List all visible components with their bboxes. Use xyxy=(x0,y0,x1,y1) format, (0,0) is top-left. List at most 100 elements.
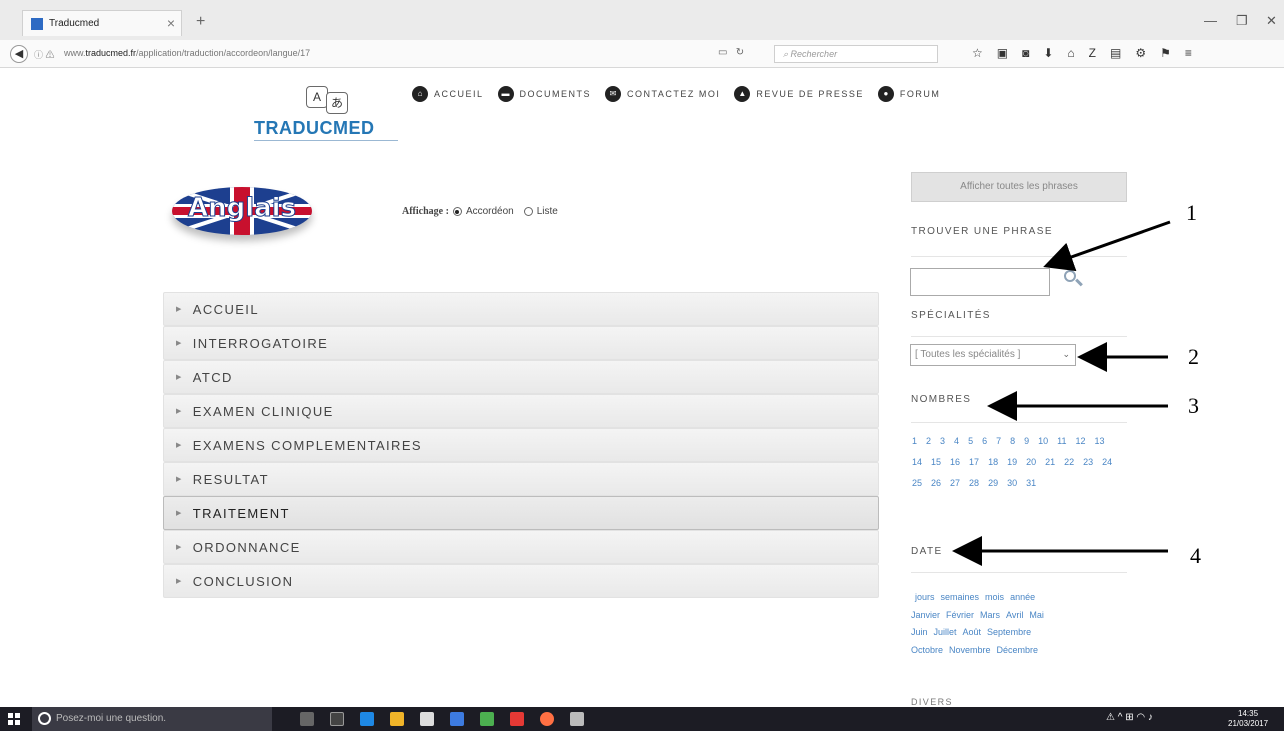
date-unit-link[interactable]: année xyxy=(1010,592,1035,602)
number-link[interactable]: 6 xyxy=(982,436,987,446)
maximize-icon[interactable]: ❐ xyxy=(1236,13,1248,29)
number-link[interactable]: 14 xyxy=(912,457,922,467)
accordion-item-resultat[interactable]: ▶ RESULTAT xyxy=(163,462,879,496)
month-link[interactable]: Février xyxy=(946,610,974,620)
pocket-icon[interactable]: ◙ xyxy=(1022,46,1029,60)
accordion-item-conclusion[interactable]: ▶ CONCLUSION xyxy=(163,564,879,598)
close-window-icon[interactable]: ✕ xyxy=(1266,13,1277,29)
month-link[interactable]: Septembre xyxy=(987,627,1031,637)
month-link[interactable]: Janvier xyxy=(911,610,940,620)
number-link[interactable]: 20 xyxy=(1026,457,1036,467)
number-link[interactable]: 17 xyxy=(969,457,979,467)
date-unit-link[interactable]: jours xyxy=(915,592,935,602)
number-link[interactable]: 3 xyxy=(940,436,945,446)
firefox-icon[interactable] xyxy=(540,712,554,726)
star-icon[interactable]: ☆ xyxy=(972,46,983,60)
number-link[interactable]: 22 xyxy=(1064,457,1074,467)
edge-icon[interactable] xyxy=(360,712,374,726)
url-bar[interactable]: www.traducmed.fr/application/traduction/… xyxy=(64,48,310,58)
minimize-icon[interactable]: — xyxy=(1204,13,1217,28)
radio-list[interactable] xyxy=(523,207,533,216)
number-link[interactable]: 31 xyxy=(1026,478,1036,488)
number-link[interactable]: 16 xyxy=(950,457,960,467)
accordion-item-ordonnance[interactable]: ▶ ORDONNANCE xyxy=(163,530,879,564)
number-link[interactable]: 12 xyxy=(1076,436,1086,446)
number-link[interactable]: 23 xyxy=(1083,457,1093,467)
number-link[interactable]: 19 xyxy=(1007,457,1017,467)
number-link[interactable]: 26 xyxy=(931,478,941,488)
number-link[interactable]: 11 xyxy=(1057,436,1066,446)
show-all-phrases-button[interactable]: Afficher toutes les phrases xyxy=(911,172,1127,202)
nav-documents[interactable]: ▬ DOCUMENTS xyxy=(497,86,592,102)
month-link[interactable]: Décembre xyxy=(997,645,1039,655)
month-link[interactable]: Mars xyxy=(980,610,1000,620)
number-link[interactable]: 30 xyxy=(1007,478,1017,488)
page-icon[interactable]: ▤ xyxy=(1110,46,1121,60)
menu-icon[interactable]: ≡ xyxy=(1185,46,1192,60)
tab-close-icon[interactable]: × xyxy=(167,15,175,31)
reading-list-icon[interactable]: ▣ xyxy=(997,46,1008,60)
number-link[interactable]: 7 xyxy=(996,436,1001,446)
number-link[interactable]: 2 xyxy=(926,436,931,446)
task-view-icon[interactable] xyxy=(330,712,344,726)
download-icon[interactable]: ⬇ xyxy=(1043,46,1053,60)
number-link[interactable]: 18 xyxy=(988,457,998,467)
cortana-search[interactable]: Posez-moi une question. xyxy=(32,707,272,731)
number-link[interactable]: 29 xyxy=(988,478,998,488)
site-info-icon[interactable]: ⓘ ⚠ xyxy=(34,48,55,61)
number-link[interactable]: 4 xyxy=(954,436,959,446)
zotero-icon[interactable]: Z xyxy=(1089,46,1096,60)
month-link[interactable]: Juin xyxy=(911,627,928,637)
number-link[interactable]: 10 xyxy=(1038,436,1048,446)
taskbar-clock[interactable]: 14:35 21/03/2017 xyxy=(1228,709,1268,729)
number-link[interactable]: 8 xyxy=(1010,436,1015,446)
month-link[interactable]: Juillet xyxy=(934,627,957,637)
accordion-item-examens-complementaires[interactable]: ▶ EXAMENS COMPLEMENTAIRES xyxy=(163,428,879,462)
number-link[interactable]: 27 xyxy=(950,478,960,488)
radio-accordion-label[interactable]: Accordéon xyxy=(466,206,514,217)
explorer-icon[interactable] xyxy=(390,712,404,726)
nav-contact[interactable]: ✉ CONTACTEZ MOI xyxy=(605,86,720,102)
specialties-select[interactable]: [ Toutes les spécialités ] ⌄ xyxy=(910,344,1076,366)
nav-press[interactable]: ▲ REVUE DE PRESSE xyxy=(734,86,864,102)
back-arrow-icon[interactable]: ◀ xyxy=(10,45,28,63)
phrase-search-input[interactable] xyxy=(910,268,1050,296)
nav-accueil[interactable]: ⌂ ACCUEIL xyxy=(412,86,484,102)
number-link[interactable]: 1 xyxy=(912,436,917,446)
number-link[interactable]: 24 xyxy=(1102,457,1112,467)
search-icon[interactable] xyxy=(1060,268,1086,290)
app-icon[interactable] xyxy=(570,712,584,726)
number-link[interactable]: 5 xyxy=(968,436,973,446)
accordion-item-interrogatoire[interactable]: ▶ INTERROGATOIRE xyxy=(163,326,879,360)
accordion-item-examen-clinique[interactable]: ▶ EXAMEN CLINIQUE xyxy=(163,394,879,428)
nav-forum[interactable]: ● FORUM xyxy=(877,86,941,102)
radio-accordion[interactable] xyxy=(452,207,462,216)
number-link[interactable]: 13 xyxy=(1095,436,1105,446)
notification-icon[interactable]: ⚑ xyxy=(1160,46,1171,60)
windows-start-icon[interactable] xyxy=(8,713,20,725)
number-link[interactable]: 15 xyxy=(931,457,941,467)
number-link[interactable]: 21 xyxy=(1045,457,1055,467)
month-link[interactable]: Octobre xyxy=(911,645,943,655)
addon-icon[interactable]: ⚙ xyxy=(1135,46,1146,60)
number-link[interactable]: 28 xyxy=(969,478,979,488)
new-tab-button[interactable]: + xyxy=(196,13,205,31)
accordion-item-accueil[interactable]: ▶ ACCUEIL xyxy=(163,292,879,326)
office-icon[interactable] xyxy=(510,712,524,726)
dropbox-icon[interactable] xyxy=(450,712,464,726)
site-logo[interactable]: A あ TRADUCMED xyxy=(244,84,404,148)
reader-reload-icons[interactable]: ▭ ↻ xyxy=(718,47,744,58)
accordion-item-traitement[interactable]: ▶ TRAITEMENT xyxy=(163,496,879,530)
mic-icon[interactable] xyxy=(300,712,314,726)
number-link[interactable]: 25 xyxy=(912,478,922,488)
app-green-icon[interactable] xyxy=(480,712,494,726)
home-icon[interactable]: ⌂ xyxy=(1067,46,1074,60)
month-link[interactable]: Août xyxy=(963,627,982,637)
month-link[interactable]: Avril xyxy=(1006,610,1023,620)
number-link[interactable]: 9 xyxy=(1024,436,1029,446)
month-link[interactable]: Novembre xyxy=(949,645,991,655)
radio-list-label[interactable]: Liste xyxy=(537,206,558,217)
month-link[interactable]: Mai xyxy=(1029,610,1044,620)
date-unit-link[interactable]: semaines xyxy=(941,592,980,602)
store-icon[interactable] xyxy=(420,712,434,726)
